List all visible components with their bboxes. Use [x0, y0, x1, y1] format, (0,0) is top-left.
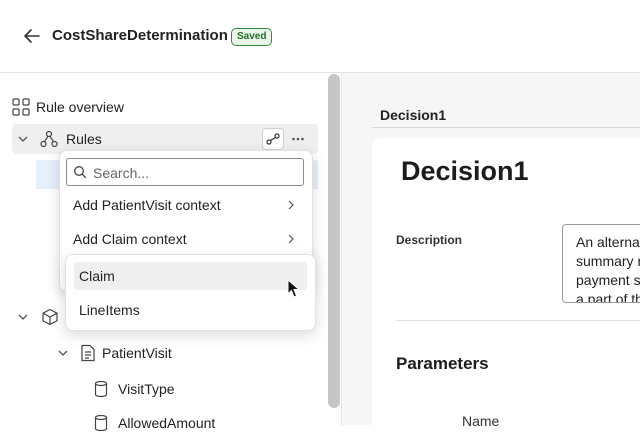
tree-item-patientvisit[interactable]: PatientVisit [56, 340, 172, 366]
submenu-item-lineitems[interactable]: LineItems [74, 296, 307, 324]
sidebar-item-rule-overview[interactable]: Rule overview [12, 94, 124, 120]
saved-status-badge: Saved [231, 28, 273, 46]
rules-label: Rules [66, 131, 102, 147]
tree-item-label: VisitType [118, 381, 175, 397]
decision-title: Decision1 [401, 156, 529, 186]
menu-item-label: Add PatientVisit context [73, 197, 221, 213]
claim-submenu: Claim LineItems [65, 254, 316, 331]
submenu-item-claim[interactable]: Claim [74, 262, 307, 290]
description-line: payment s [576, 272, 640, 288]
rule-overview-label: Rule overview [36, 99, 124, 115]
tree-item-allowedamount[interactable]: AllowedAmount [94, 410, 215, 436]
context-tree-row[interactable] [16, 304, 59, 330]
menu-item-add-claim-context[interactable]: Add Claim context [60, 223, 312, 255]
name-column-header: Name [462, 413, 500, 429]
database-icon [94, 380, 108, 398]
breadcrumb: Decision1 [380, 107, 447, 123]
tree-item-visittype[interactable]: VisitType [94, 376, 175, 402]
menu-search-box[interactable] [66, 158, 304, 186]
ellipsis-icon [292, 137, 304, 141]
more-options-button[interactable] [287, 128, 309, 150]
description-field[interactable]: An alterna summary r payment s a part of… [562, 224, 640, 303]
search-icon [74, 166, 87, 179]
chevron-down-icon[interactable] [16, 132, 30, 146]
menu-item-add-patientvisit-context[interactable]: Add PatientVisit context [60, 189, 312, 221]
grid-icon [12, 98, 30, 116]
tree-item-label: AllowedAmount [118, 415, 216, 431]
cube-icon [41, 308, 59, 326]
tree-item-label: PatientVisit [102, 345, 172, 361]
chevron-down-icon[interactable] [56, 346, 70, 360]
parameters-heading: Parameters [396, 354, 489, 373]
description-line: An alterna [576, 234, 640, 250]
sidebar-scrollbar[interactable] [328, 74, 340, 408]
submenu-item-label: Claim [79, 268, 115, 284]
page-title: CostShareDetermination [52, 27, 228, 44]
breadcrumb-divider [372, 127, 640, 128]
search-input[interactable] [91, 162, 295, 184]
rules-row-content: Rules [16, 126, 102, 152]
section-divider [396, 320, 640, 321]
chevron-right-icon [288, 200, 294, 210]
mouse-pointer-icon [287, 278, 301, 299]
back-arrow-icon[interactable] [22, 26, 42, 46]
menu-item-label: Add Claim context [73, 231, 187, 247]
chevron-right-icon [288, 234, 294, 244]
description-line: summary r [576, 253, 640, 269]
link-button[interactable] [262, 128, 284, 150]
document-icon [80, 344, 96, 362]
submenu-item-label: LineItems [79, 302, 140, 318]
description-label: Description [396, 233, 463, 247]
chevron-down-icon[interactable] [16, 310, 30, 324]
app-header: CostShareDetermination Saved [0, 0, 640, 73]
hierarchy-icon [40, 130, 58, 148]
link-icon [266, 133, 280, 145]
database-icon [94, 414, 108, 432]
description-line: a part of th [576, 291, 640, 303]
